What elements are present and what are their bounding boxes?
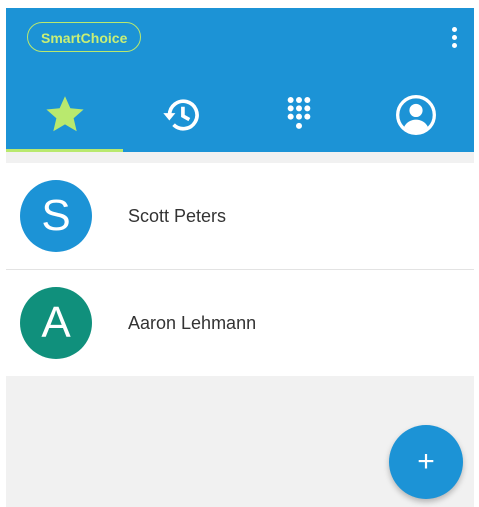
phone-app: SmartChoice S Scott Peters A Aaron Lehma… [6, 8, 474, 507]
plus-icon: + [417, 445, 435, 478]
list-item[interactable]: S Scott Peters [6, 163, 474, 269]
account-icon [395, 95, 436, 135]
tab-recents[interactable] [123, 78, 240, 152]
favorites-list: S Scott Peters A Aaron Lehmann [6, 163, 474, 376]
avatar: A [20, 287, 92, 359]
app-bar: SmartChoice [6, 8, 474, 152]
tab-contacts[interactable] [357, 78, 474, 152]
smartchoice-badge[interactable]: SmartChoice [27, 22, 142, 52]
tab-favorites[interactable] [6, 78, 123, 152]
avatar: S [20, 180, 92, 252]
tab-keypad[interactable] [240, 78, 357, 152]
contact-name: Aaron Lehmann [128, 312, 257, 333]
dialpad-icon [287, 97, 310, 129]
contact-name: Scott Peters [128, 205, 227, 226]
more-options-icon[interactable] [442, 22, 466, 52]
star-icon [45, 96, 84, 132]
tab-bar [6, 78, 474, 152]
add-favorite-button[interactable]: + [389, 425, 463, 499]
list-item[interactable]: A Aaron Lehmann [6, 269, 474, 376]
history-icon [162, 99, 199, 131]
